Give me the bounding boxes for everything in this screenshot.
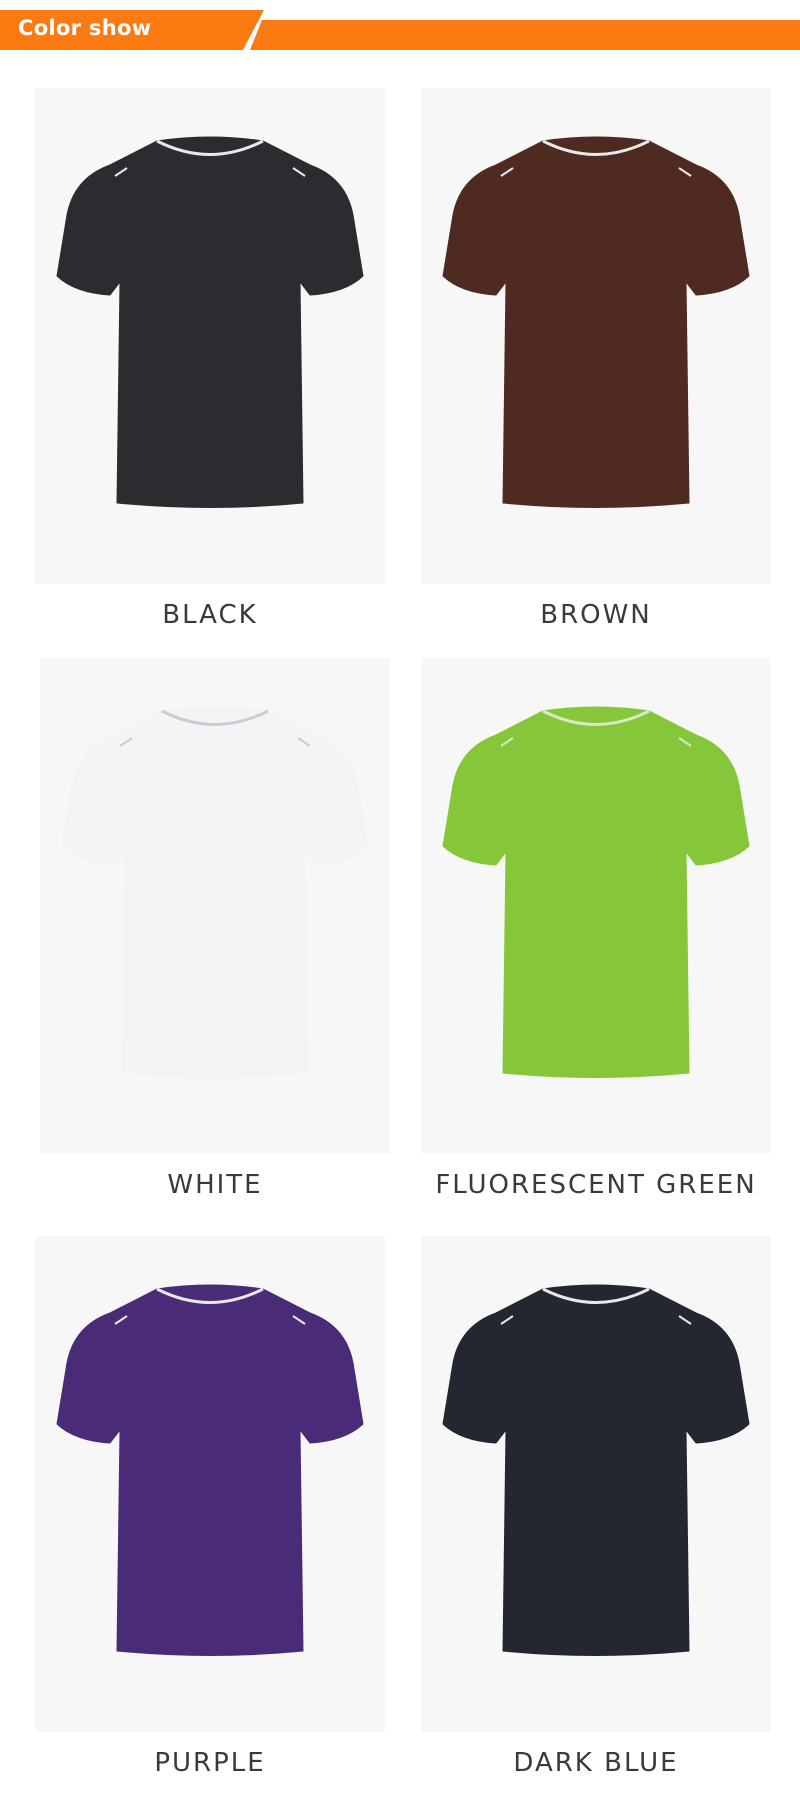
product-photo [35,88,385,584]
color-card-black: BLACK [35,88,385,648]
color-card-purple: PURPLE [35,1236,385,1796]
color-label: FLUORESCENT GREEN [435,1170,757,1200]
color-label: BROWN [540,600,652,630]
tshirt-icon [61,706,369,1078]
color-card-white: WHITE [40,658,390,1218]
tshirt-icon [442,136,750,508]
color-card-fluorescent-green: FLUORESCENT GREEN [421,658,771,1218]
tshirt-icon [442,1284,750,1656]
color-card-dark-blue: DARK BLUE [421,1236,771,1796]
color-show-header: Color show [0,0,800,60]
shirt-body [56,136,364,508]
shirt-body [442,1284,750,1656]
shirt-body [61,706,369,1078]
color-label: DARK BLUE [513,1748,679,1778]
color-label: BLACK [162,600,258,630]
product-photo [421,658,771,1154]
product-photo [35,1236,385,1732]
shirt-body [442,136,750,508]
color-card-brown: BROWN [421,88,771,648]
shirt-body [442,706,750,1078]
color-label: PURPLE [154,1748,266,1778]
header-title: Color show [18,16,152,40]
color-label: WHITE [167,1170,263,1200]
product-photo [421,1236,771,1732]
shirt-body [56,1284,364,1656]
tshirt-icon [442,706,750,1078]
header-bar [250,20,800,50]
product-photo [421,88,771,584]
tshirt-icon [56,1284,364,1656]
product-photo [40,658,390,1154]
tshirt-icon [56,136,364,508]
